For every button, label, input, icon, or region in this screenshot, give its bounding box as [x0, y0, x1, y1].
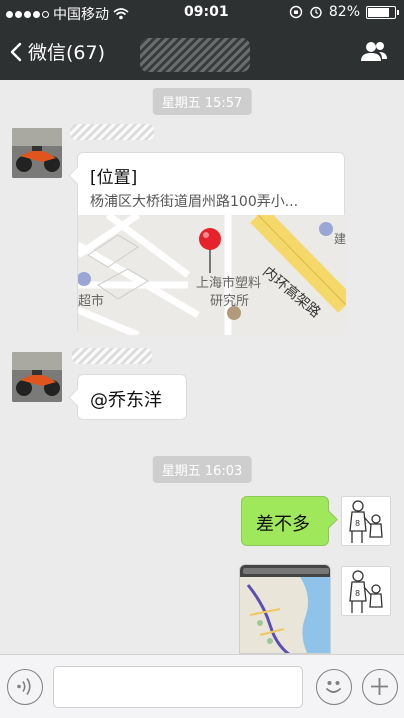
- sender-name-redacted: [70, 124, 154, 140]
- chevron-left-icon: [10, 42, 22, 61]
- wifi-icon: [113, 8, 129, 20]
- signal-strength-icon: [6, 10, 49, 18]
- timestamp-1: 星期五 15:57: [152, 88, 252, 115]
- svg-text:8: 8: [355, 589, 360, 598]
- input-bar: [0, 654, 404, 718]
- top-bar: 中国移动 09:01 82% 微信(67): [0, 0, 404, 80]
- back-label: 微信(67): [28, 42, 106, 64]
- sender-avatar-2[interactable]: [12, 352, 62, 402]
- outgoing-text-message[interactable]: 差不多: [241, 496, 329, 546]
- battery-percent: 82%: [328, 4, 360, 20]
- sender-avatar[interactable]: [12, 128, 62, 178]
- chat-title-redacted: [140, 38, 250, 72]
- location-address: 杨浦区大桥街道眉州路100弄小...: [90, 194, 299, 210]
- chat-history[interactable]: 星期五 15:57 [位置] 杨浦区大桥街道眉州路100弄小... 内环高架路 …: [0, 80, 404, 654]
- sender-name-redacted-2: [72, 348, 152, 364]
- map-poi-line2: 研究所: [210, 294, 249, 309]
- map-poi-line1: 上海市塑料: [196, 275, 261, 291]
- rotation-lock-icon: [289, 5, 303, 19]
- status-bar: 中国移动 09:01 82%: [0, 0, 404, 26]
- my-avatar-2[interactable]: 8: [341, 566, 391, 616]
- status-time: 09:01: [184, 4, 229, 20]
- mention-message[interactable]: @乔东洋: [77, 374, 187, 420]
- outgoing-map-image[interactable]: [239, 564, 331, 654]
- emoji-icon: [326, 681, 341, 693]
- battery-icon: [366, 5, 399, 19]
- carrier-label: 中国移动: [53, 7, 109, 23]
- back-button[interactable]: 微信(67): [10, 38, 105, 65]
- timestamp-2: 星期五 16:03: [152, 456, 252, 483]
- location-message[interactable]: [位置] 杨浦区大桥街道眉州路100弄小... 内环高架路 上海市塑料 研究所 …: [77, 152, 346, 335]
- person-group-icon: [361, 42, 387, 61]
- mention-text: @乔东洋: [90, 390, 162, 411]
- message-input[interactable]: [53, 666, 303, 708]
- voice-button[interactable]: [7, 669, 43, 705]
- alarm-icon: [310, 6, 322, 19]
- chat-info-button[interactable]: [360, 40, 388, 66]
- voice-icon: [17, 678, 31, 695]
- map-supermarket-label: 超市: [78, 293, 104, 309]
- plus-icon: [371, 678, 388, 695]
- plus-button[interactable]: [362, 669, 398, 705]
- navigation-bar: 微信(67): [0, 30, 404, 76]
- map-building-label: 建: [334, 232, 346, 246]
- location-title: [位置]: [90, 168, 138, 188]
- svg-text:8: 8: [355, 519, 360, 528]
- my-avatar[interactable]: 8: [341, 496, 391, 546]
- outgoing-text: 差不多: [256, 514, 310, 535]
- emoji-button[interactable]: [316, 669, 352, 705]
- location-map[interactable]: 内环高架路 上海市塑料 研究所 超市 建: [78, 215, 346, 335]
